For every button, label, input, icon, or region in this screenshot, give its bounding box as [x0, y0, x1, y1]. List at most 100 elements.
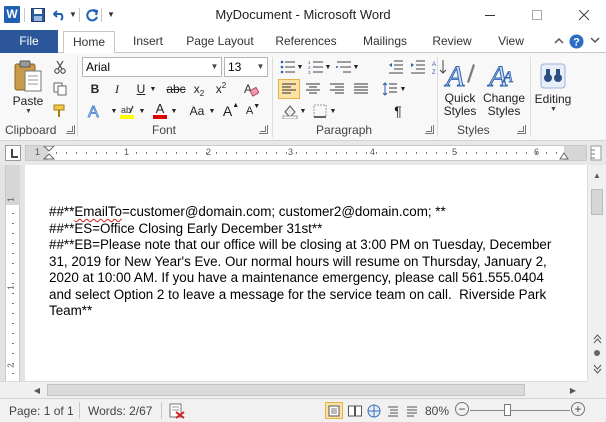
document-page[interactable]: ##**EmailTo=customer@domain.com; custome… [25, 165, 587, 381]
tab-file[interactable]: File [0, 30, 58, 53]
numbering-dropdown-icon[interactable]: ▼ [325, 57, 332, 77]
select-browse-object-icon[interactable] [588, 345, 606, 361]
bullets-dropdown-icon[interactable]: ▼ [297, 57, 304, 77]
horizontal-ruler[interactable]: 1 1 2 3 4 5 6 [25, 145, 587, 161]
tab-page-layout[interactable]: Page Layout [182, 31, 258, 53]
underline-dropdown-icon[interactable]: ▼ [149, 79, 157, 99]
styles-dialog-launcher-icon[interactable] [517, 125, 526, 134]
change-styles-button[interactable]: AA Change Styles [481, 57, 527, 119]
outline-view-icon[interactable] [384, 402, 402, 419]
horizontal-scrollbar[interactable]: ◀ ▶ [0, 381, 587, 398]
zoom-slider-thumb[interactable] [504, 404, 511, 416]
zoom-out-button[interactable]: − [455, 402, 469, 416]
align-center-icon[interactable] [302, 79, 324, 99]
editing-button[interactable]: Editing ▼ [533, 57, 573, 119]
document-line[interactable]: ##**ES=Office Closing Early December 31s… [49, 221, 559, 238]
help-icon[interactable]: ? [568, 33, 584, 49]
tab-stop-selector[interactable] [5, 145, 21, 161]
highlight-dropdown-icon[interactable]: ▼ [138, 101, 146, 121]
document-body[interactable]: ##**EmailTo=customer@domain.com; custome… [49, 204, 559, 320]
superscript-button[interactable]: x2 [212, 79, 230, 99]
font-color-swatch [153, 115, 167, 119]
close-button[interactable] [561, 0, 606, 30]
indent-markers-icon[interactable] [43, 146, 55, 160]
zoom-slider[interactable] [470, 410, 570, 411]
strikethrough-button[interactable]: abc [165, 79, 187, 99]
font-color-button[interactable]: A [150, 101, 170, 121]
document-line[interactable]: ##**EmailTo=customer@domain.com; custome… [49, 204, 559, 221]
tab-view[interactable]: View [487, 31, 535, 53]
format-painter-icon[interactable] [51, 101, 69, 121]
line-spacing-icon[interactable] [380, 79, 400, 99]
proofing-icon[interactable] [168, 402, 186, 419]
font-family-select[interactable]: Arial ▼ [82, 57, 222, 77]
scroll-left-icon[interactable]: ◀ [28, 382, 46, 398]
multilevel-dropdown-icon[interactable]: ▼ [353, 57, 360, 77]
minimize-button[interactable] [467, 0, 512, 30]
grow-font-button[interactable]: A ▲ [222, 101, 240, 121]
change-case-dropdown-icon[interactable]: ▼ [208, 101, 216, 121]
borders-icon[interactable] [310, 101, 330, 121]
tab-review[interactable]: Review [426, 31, 478, 53]
zoom-in-button[interactable]: + [571, 402, 585, 416]
bullets-icon[interactable] [278, 57, 298, 77]
change-case-button[interactable]: Aa [186, 101, 208, 121]
line-spacing-dropdown-icon[interactable]: ▼ [400, 79, 407, 99]
bold-button[interactable]: B [86, 79, 104, 99]
cut-icon[interactable] [51, 57, 69, 77]
minimize-ribbon-icon[interactable] [551, 33, 567, 49]
italic-button[interactable]: I [108, 79, 126, 99]
tab-insert[interactable]: Insert [122, 31, 174, 53]
copy-icon[interactable] [51, 79, 69, 99]
multilevel-list-icon[interactable] [334, 57, 354, 77]
clear-formatting-icon[interactable]: A [236, 79, 266, 99]
scroll-right-icon[interactable]: ▶ [564, 382, 582, 398]
increase-indent-icon[interactable] [408, 57, 428, 77]
show-hide-marks-button[interactable]: ¶ [388, 101, 408, 121]
page-count[interactable]: Page: 1 of 1 [9, 404, 74, 418]
shading-dropdown-icon[interactable]: ▼ [300, 101, 307, 121]
more-options-icon[interactable] [587, 33, 603, 49]
maximize-button[interactable] [514, 0, 559, 30]
draft-view-icon[interactable] [403, 402, 421, 419]
justify-icon[interactable] [350, 79, 372, 99]
scroll-up-icon[interactable]: ▲ [588, 167, 606, 183]
word-count[interactable]: Words: 2/67 [88, 404, 152, 418]
full-screen-reading-icon[interactable] [346, 402, 364, 419]
text-effects-icon[interactable]: A [84, 101, 110, 121]
spelling-error-word[interactable]: EmailTo [74, 204, 122, 219]
web-layout-icon[interactable] [365, 402, 383, 419]
font-dialog-launcher-icon[interactable] [259, 125, 268, 134]
tab-references[interactable]: References [268, 31, 344, 53]
tab-mailings[interactable]: Mailings [352, 31, 418, 53]
right-indent-icon[interactable] [559, 152, 569, 160]
font-color-dropdown-icon[interactable]: ▼ [170, 101, 178, 121]
highlight-color-button[interactable]: ab [116, 101, 138, 121]
shading-icon[interactable] [280, 101, 300, 121]
align-left-button[interactable] [278, 79, 300, 99]
font-size-select[interactable]: 13 ▼ [224, 57, 268, 77]
tab-home[interactable]: Home [63, 31, 115, 54]
print-layout-icon[interactable] [325, 402, 343, 419]
numbering-icon[interactable]: 123 [306, 57, 326, 77]
document-paragraph[interactable]: ##**EB=Please note that our office will … [49, 237, 559, 320]
vertical-scroll-thumb[interactable] [591, 189, 603, 215]
vertical-scrollbar[interactable]: ▲ [587, 165, 606, 381]
next-page-icon[interactable] [588, 361, 606, 377]
decrease-indent-icon[interactable] [386, 57, 406, 77]
horizontal-scroll-thumb[interactable] [47, 384, 525, 396]
vruler-number: 1 [6, 197, 16, 202]
view-ruler-icon[interactable] [590, 145, 602, 161]
zoom-level[interactable]: 80% [425, 404, 449, 418]
borders-dropdown-icon[interactable]: ▼ [330, 101, 337, 121]
underline-button[interactable]: U [132, 79, 150, 99]
shrink-font-button[interactable]: A ▼ [244, 101, 262, 121]
clipboard-dialog-launcher-icon[interactable] [66, 125, 75, 134]
paragraph-dialog-launcher-icon[interactable] [425, 125, 434, 134]
vertical-ruler[interactable]: 1 1 2 [5, 165, 20, 381]
align-right-icon[interactable] [326, 79, 348, 99]
subscript-button[interactable]: x2 [190, 79, 208, 99]
quick-styles-button[interactable]: A Quick Styles [440, 57, 480, 119]
vruler-tick [12, 223, 14, 224]
paste-button[interactable]: Paste ▼ [8, 57, 48, 115]
